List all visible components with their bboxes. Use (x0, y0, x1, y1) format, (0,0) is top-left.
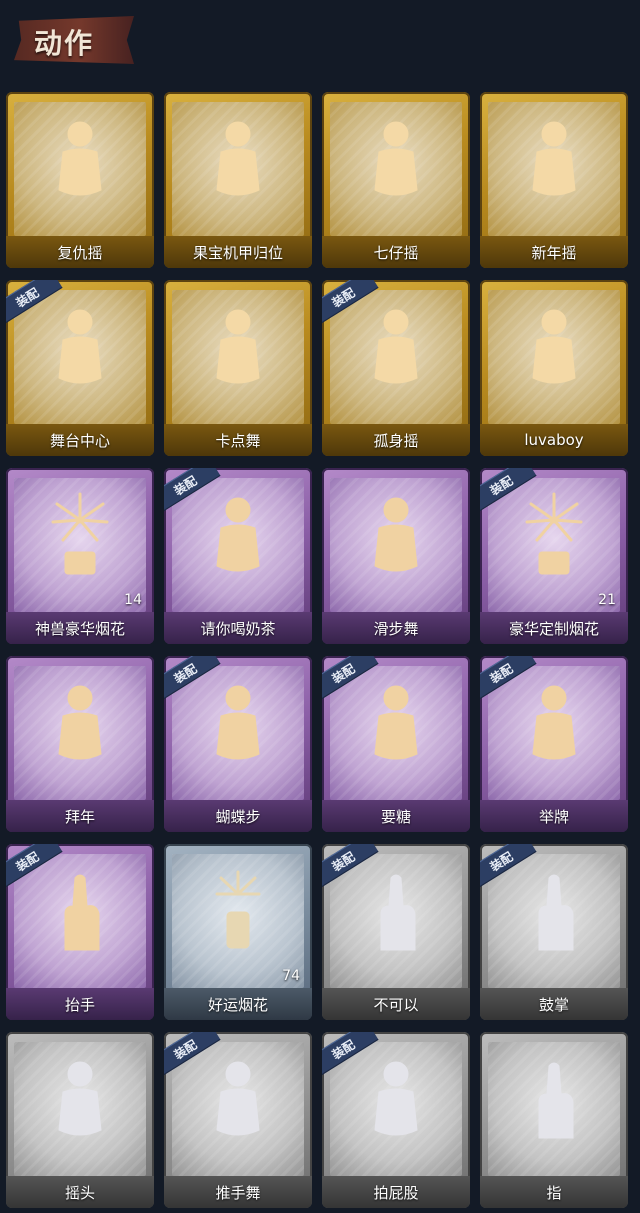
figure-shake-icon (351, 300, 441, 400)
action-card[interactable]: 新年摇 (480, 92, 628, 268)
clapping-hands-icon (509, 864, 599, 964)
figure-reach-icon (351, 676, 441, 776)
card-label: 指 (480, 1176, 628, 1208)
fireworks-box-icon (35, 488, 125, 588)
figure-holding-sign-icon (193, 488, 283, 588)
action-card[interactable]: 果宝机甲归位 (164, 92, 312, 268)
firecracker-icon (193, 864, 283, 964)
card-label: 卡点舞 (164, 424, 312, 456)
fireworks-crate-icon (509, 488, 599, 588)
action-card[interactable]: 指 (480, 1032, 628, 1208)
action-card[interactable]: 复仇摇 (6, 92, 154, 268)
action-card[interactable]: 卡点舞 (164, 280, 312, 456)
action-card[interactable]: 14 神兽豪华烟花 (6, 468, 154, 644)
action-card[interactable]: 74 好运烟花 (164, 844, 312, 1020)
card-label: 鼓掌 (480, 988, 628, 1020)
figure-clap-icon (509, 112, 599, 212)
action-card[interactable]: 装配 鼓掌 (480, 844, 628, 1020)
card-label: 蝴蝶步 (164, 800, 312, 832)
action-grid: 复仇摇 果宝机甲归位 七仔摇 新年摇装配 舞台中心 卡点舞 装配 孤身摇 luvaboy 14 神兽… (6, 92, 634, 1208)
card-label: 推手舞 (164, 1176, 312, 1208)
action-card[interactable]: 装配 不可以 (322, 844, 470, 1020)
figure-pose-icon (35, 300, 125, 400)
card-label: 新年摇 (480, 236, 628, 268)
item-count: 21 (598, 592, 616, 608)
action-card[interactable]: 装配 举牌 (480, 656, 628, 832)
card-label: 拍屁股 (322, 1176, 470, 1208)
action-card[interactable]: 装配 抬手 (6, 844, 154, 1020)
card-label: 七仔摇 (322, 236, 470, 268)
action-card[interactable]: 装配 孤身摇 (322, 280, 470, 456)
item-count: 14 (124, 592, 142, 608)
figure-shake-head-icon (35, 1052, 125, 1152)
figure-arms-out-icon (193, 676, 283, 776)
action-card[interactable]: 装配 拍屁股 (322, 1032, 470, 1208)
item-count: 74 (282, 968, 300, 984)
card-label: 滑步舞 (322, 612, 470, 644)
card-label: 不可以 (322, 988, 470, 1020)
action-card[interactable]: 装配 蝴蝶步 (164, 656, 312, 832)
action-card[interactable]: 装配 21 豪华定制烟花 (480, 468, 628, 644)
header: 动作 (0, 0, 640, 80)
card-label: 舞台中心 (6, 424, 154, 456)
action-card[interactable]: 装配 请你喝奶茶 (164, 468, 312, 644)
action-card[interactable]: 七仔摇 (322, 92, 470, 268)
figure-arms-crossed-icon (193, 112, 283, 212)
card-label: 要糖 (322, 800, 470, 832)
figure-raise-hand-icon (35, 864, 125, 964)
card-label: 摇头 (6, 1176, 154, 1208)
figure-bend-icon (351, 1052, 441, 1152)
card-label: 神兽豪华烟花 (6, 612, 154, 644)
card-label: 孤身摇 (322, 424, 470, 456)
action-card[interactable]: 装配 舞台中心 (6, 280, 154, 456)
card-label: 拜年 (6, 800, 154, 832)
figure-arm-raised-icon (193, 300, 283, 400)
figure-bow-icon (35, 676, 125, 776)
action-card[interactable]: 滑步舞 (322, 468, 470, 644)
card-label: 举牌 (480, 800, 628, 832)
figure-pointing-up-icon (35, 112, 125, 212)
card-label: 好运烟花 (164, 988, 312, 1020)
pointing-hand-icon (509, 1052, 599, 1152)
card-label: 豪华定制烟花 (480, 612, 628, 644)
card-label: 复仇摇 (6, 236, 154, 268)
action-card[interactable]: 装配 推手舞 (164, 1032, 312, 1208)
figure-slide-dance-icon (351, 488, 441, 588)
action-card[interactable]: 装配 要糖 (322, 656, 470, 832)
figure-push-dance-icon (193, 1052, 283, 1152)
action-card[interactable]: luvaboy (480, 280, 628, 456)
page-title: 动作 (34, 27, 95, 60)
card-label: 抬手 (6, 988, 154, 1020)
finger-wag-icon (351, 864, 441, 964)
card-label: 果宝机甲归位 (164, 236, 312, 268)
card-label: 请你喝奶茶 (164, 612, 312, 644)
figure-cover-face-icon (509, 300, 599, 400)
card-label: luvaboy (480, 424, 628, 456)
action-card[interactable]: 摇头 (6, 1032, 154, 1208)
figure-dance-icon (351, 112, 441, 212)
figure-raise-sign-icon (509, 676, 599, 776)
action-card[interactable]: 拜年 (6, 656, 154, 832)
